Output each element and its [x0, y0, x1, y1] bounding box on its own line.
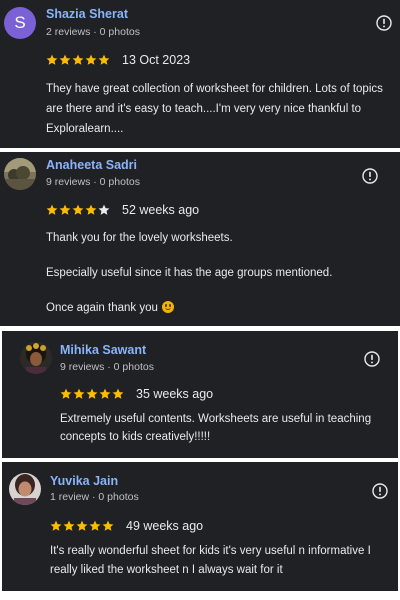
info-circle-icon[interactable]	[364, 351, 380, 367]
avatar[interactable]: S	[4, 7, 36, 39]
review-paragraph: Extremely useful contents. Worksheets ar…	[60, 413, 372, 443]
review-paragraph-text: Once again thank you	[46, 302, 158, 314]
reviewer-stats: 1 review · 0 photos	[50, 491, 139, 503]
review-text: Thank you for the lovely worksheets. Esp…	[46, 228, 386, 318]
review-date: 35 weeks ago	[136, 387, 214, 401]
smiling-face-icon	[161, 301, 174, 313]
star-rating	[46, 204, 110, 216]
star-filled-icon	[86, 388, 98, 399]
person-photo-avatar	[20, 342, 52, 374]
review-text: Extremely useful contents. Worksheets ar…	[60, 410, 394, 446]
review-paragraph: Thank you for the lovely worksheets.	[46, 232, 233, 244]
star-empty-icon	[98, 204, 110, 215]
review-card: S Shazia Sherat 2 reviews · 0 photos 13 …	[0, 0, 400, 148]
review-text: It's really wonderful sheet for kids it'…	[50, 542, 394, 580]
person-photo-avatar	[9, 473, 41, 505]
star-filled-icon	[50, 520, 62, 531]
star-filled-icon	[46, 54, 58, 65]
star-filled-icon	[98, 54, 110, 65]
review-paragraph: They have great collection of worksheet …	[46, 83, 383, 135]
star-filled-icon	[76, 520, 88, 531]
landscape-photo-avatar	[4, 158, 36, 190]
reviewer-name-link[interactable]: Mihika Sawant	[60, 343, 146, 357]
review-date: 49 weeks ago	[126, 519, 204, 533]
info-circle-icon[interactable]	[372, 483, 388, 499]
star-filled-icon	[112, 388, 124, 399]
star-filled-icon	[73, 388, 85, 399]
star-filled-icon	[72, 204, 84, 215]
reviewer-name-link[interactable]: Yuvika Jain	[50, 474, 118, 488]
review-card: Anaheeta Sadri 9 reviews · 0 photos 52 w…	[0, 152, 400, 326]
star-filled-icon	[89, 520, 101, 531]
star-rating	[46, 54, 110, 66]
reviewer-name-link[interactable]: Shazia Sherat	[46, 7, 128, 21]
star-filled-icon	[99, 388, 111, 399]
avatar[interactable]	[4, 158, 36, 190]
info-circle-icon[interactable]	[362, 168, 378, 184]
star-filled-icon	[102, 520, 114, 531]
star-filled-icon	[59, 204, 71, 215]
avatar-letter: S	[14, 13, 26, 32]
reviewer-stats: 9 reviews · 0 photos	[60, 361, 154, 373]
reviewer-stats: 9 reviews · 0 photos	[46, 176, 140, 188]
star-filled-icon	[59, 54, 71, 65]
reviewer-name-link[interactable]: Anaheeta Sadri	[46, 158, 137, 172]
star-filled-icon	[46, 204, 58, 215]
review-paragraph: It's really wonderful sheet for kids it'…	[50, 545, 371, 576]
review-card: Mihika Sawant 9 reviews · 0 photos 35 we…	[2, 331, 398, 458]
star-filled-icon	[85, 54, 97, 65]
review-paragraph: Once again thank you	[46, 298, 386, 318]
avatar[interactable]	[9, 473, 41, 505]
review-card: Yuvika Jain 1 review · 0 photos 49 weeks…	[2, 462, 398, 591]
avatar[interactable]	[20, 342, 52, 374]
star-filled-icon	[72, 54, 84, 65]
star-rating	[50, 520, 114, 532]
star-rating	[60, 388, 124, 400]
star-filled-icon	[85, 204, 97, 215]
star-filled-icon	[63, 520, 75, 531]
review-paragraph: Especially useful since it has the age g…	[46, 267, 333, 279]
reviewer-stats: 2 reviews · 0 photos	[46, 26, 140, 38]
review-date: 52 weeks ago	[122, 203, 200, 217]
star-filled-icon	[60, 388, 72, 399]
info-circle-icon[interactable]	[376, 15, 392, 31]
review-date: 13 Oct 2023	[122, 53, 191, 67]
review-text: They have great collection of worksheet …	[46, 79, 398, 139]
